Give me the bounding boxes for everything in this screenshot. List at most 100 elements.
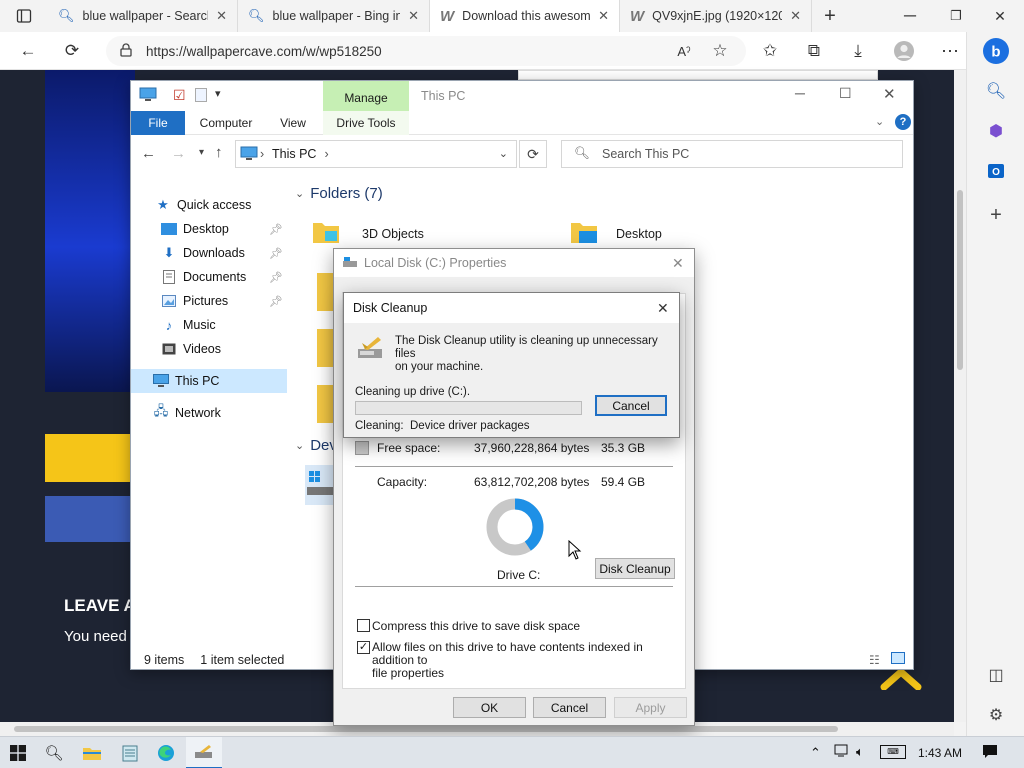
refresh-icon[interactable]: ⟳ (56, 35, 88, 67)
notepad-taskbar-icon[interactable] (112, 737, 148, 768)
apply-button[interactable]: Apply (614, 697, 687, 718)
close-tab-icon[interactable]: ✕ (790, 8, 801, 24)
breadcrumb-chevron-icon[interactable]: › (260, 147, 264, 161)
add-sidebar-app-icon[interactable]: + (981, 200, 1011, 230)
tab-actions-icon[interactable] (8, 0, 40, 32)
edge-taskbar-icon[interactable] (148, 737, 184, 768)
tab-view[interactable]: View (267, 111, 319, 135)
favorites-icon[interactable]: ✩ (754, 35, 786, 67)
properties-quick-icon[interactable]: ☑ (173, 87, 186, 104)
clock[interactable]: 1:43 AM (918, 746, 962, 760)
folders-group-header[interactable]: ⌄ Folders (7) (295, 185, 383, 202)
keyboard-icon[interactable]: ⌨ (880, 745, 906, 759)
settings-gear-icon[interactable]: ⚙ (981, 700, 1011, 730)
disk-cleanup-taskbar-icon[interactable] (186, 737, 222, 768)
close-tab-icon[interactable]: ✕ (598, 8, 609, 24)
tab-computer[interactable]: Computer (191, 111, 261, 135)
sidebar-layout-icon[interactable]: ◫ (981, 660, 1011, 690)
breadcrumb-chevron-icon[interactable]: › (324, 147, 328, 161)
back-icon[interactable]: ← (12, 35, 44, 67)
tab-file[interactable]: File (131, 111, 185, 135)
browser-tab-active[interactable]: W Download this awesom ✕ (430, 0, 620, 32)
close-tab-icon[interactable]: ✕ (408, 8, 419, 24)
cancel-button[interactable]: Cancel (595, 395, 667, 416)
folder-desktop[interactable] (569, 217, 599, 248)
search-field[interactable]: 🔍︎ Search This PC (561, 140, 903, 168)
more-menu-icon[interactable]: ⋯ (934, 35, 966, 67)
close-icon[interactable]: ✕ (883, 85, 896, 103)
large-icons-view-icon[interactable] (891, 652, 905, 664)
read-aloud-icon[interactable]: Aˀ (668, 35, 700, 67)
office-icon[interactable]: ⬢ (981, 116, 1011, 146)
close-tab-icon[interactable]: ✕ (216, 8, 227, 24)
index-checkbox[interactable]: ✓ (357, 641, 370, 654)
add-favorite-icon[interactable]: ☆ (704, 35, 736, 67)
refresh-icon[interactable]: ⟳ (519, 140, 547, 168)
minimize-icon[interactable]: ─ (795, 85, 805, 101)
nav-item-videos[interactable]: Videos (131, 337, 287, 361)
nav-item-documents[interactable]: Documents 📌︎ (131, 265, 287, 289)
scroll-to-top-icon[interactable] (880, 668, 922, 690)
cancel-button[interactable]: Cancel (533, 697, 606, 718)
new-tab-icon[interactable]: + (814, 0, 846, 32)
forward-icon[interactable]: → (171, 145, 186, 162)
ok-button[interactable]: OK (453, 697, 526, 718)
browser-tab[interactable]: 🔍︎ blue wallpaper - Search ✕ (48, 0, 238, 32)
nav-item-network[interactable]: 🖧︎ Network (131, 401, 287, 425)
nav-item-downloads[interactable]: ⬇ Downloads 📌︎ (131, 241, 287, 265)
browser-tab[interactable]: 🔍︎ blue wallpaper - Bing in ✕ (238, 0, 430, 32)
customize-toolbar-icon[interactable]: ▾ (215, 87, 221, 100)
nav-item-pictures[interactable]: Pictures 📌︎ (131, 289, 287, 313)
close-icon[interactable]: ✕ (657, 300, 669, 317)
collapse-chevron-icon[interactable]: ⌄ (295, 439, 304, 452)
help-icon[interactable]: ? (895, 114, 911, 130)
profile-avatar[interactable] (888, 35, 920, 67)
restore-icon[interactable]: ❐ (940, 0, 972, 32)
compress-checkbox[interactable] (357, 619, 370, 632)
action-center-icon[interactable] (982, 743, 998, 763)
share-button[interactable] (45, 496, 135, 542)
volume-icon[interactable]: 🔈︎ (856, 744, 864, 760)
search-icon[interactable]: 🔍︎ (981, 76, 1011, 106)
network-tray-icon[interactable] (834, 744, 850, 761)
devices-group-header[interactable]: ⌄ Dev (295, 437, 337, 454)
collapse-ribbon-icon[interactable]: ⌄ (875, 115, 884, 128)
up-icon[interactable]: ↑ (215, 144, 223, 161)
breadcrumb-this-pc[interactable]: This PC (272, 147, 316, 161)
folder-label[interactable]: Desktop (616, 227, 662, 241)
url-field[interactable]: https://wallpapercave.com/w/wp518250 (106, 36, 746, 66)
tray-overflow-icon[interactable]: ⌃ (810, 745, 821, 761)
outlook-icon[interactable]: O (981, 156, 1011, 186)
bing-chat-icon[interactable]: b (981, 36, 1011, 66)
download-button[interactable] (45, 434, 135, 482)
search-icon[interactable]: 🔍︎ (36, 737, 72, 768)
minimize-icon[interactable]: ─ (894, 0, 926, 32)
folder-3d-objects[interactable] (311, 217, 341, 248)
close-icon[interactable]: ✕ (672, 255, 684, 272)
folder-label[interactable]: 3D Objects (362, 227, 424, 241)
back-icon[interactable]: ← (141, 145, 156, 162)
details-view-icon[interactable]: ☷ (869, 653, 880, 667)
new-folder-quick-icon[interactable] (195, 88, 207, 102)
file-explorer-taskbar-icon[interactable] (74, 737, 110, 768)
page-vertical-scrollbar[interactable] (954, 70, 966, 722)
folder-icon[interactable] (317, 273, 333, 311)
folder-icon[interactable] (317, 329, 333, 367)
collapse-chevron-icon[interactable]: ⌄ (295, 187, 304, 200)
start-button[interactable] (0, 737, 36, 768)
close-window-icon[interactable]: ✕ (984, 0, 1016, 32)
browser-tab[interactable]: W QV9xjnE.jpg (1920×120 ✕ (620, 0, 812, 32)
maximize-icon[interactable]: ☐ (839, 85, 852, 102)
path-dropdown-icon[interactable]: ⌄ (499, 147, 508, 160)
recent-locations-icon[interactable]: ▾ (199, 147, 204, 158)
local-disk-icon[interactable] (305, 465, 335, 505)
nav-item-this-pc[interactable]: This PC (131, 369, 287, 393)
downloads-icon[interactable]: ⤓ (842, 35, 874, 67)
nav-item-desktop[interactable]: Desktop 📌︎ (131, 217, 287, 241)
tab-drive-tools[interactable]: Drive Tools (323, 111, 409, 135)
folder-icon[interactable] (317, 385, 333, 423)
nav-item-music[interactable]: ♪ Music (131, 313, 287, 337)
nav-item-quick-access[interactable]: ★ Quick access (131, 193, 287, 217)
disk-cleanup-button[interactable]: Disk Cleanup (595, 558, 675, 579)
address-path[interactable]: › This PC › ⌄ (235, 140, 517, 168)
